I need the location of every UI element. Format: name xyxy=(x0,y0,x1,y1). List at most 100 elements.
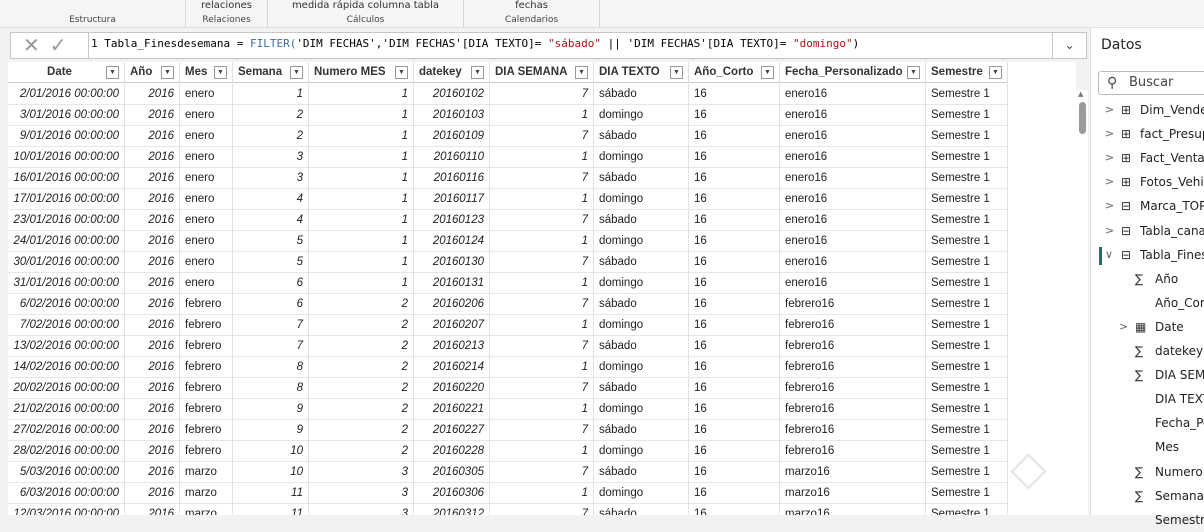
filter-dropdown-icon[interactable]: ▼ xyxy=(989,65,1002,79)
column-header[interactable]: Numero MES ▼ xyxy=(309,62,414,83)
formula-bar[interactable]: ✕✓ 1 Tabla_Finesdesemana = FILTER('DIM F… xyxy=(10,32,1087,59)
table-cell[interactable]: domingo xyxy=(594,483,689,504)
table-cell[interactable]: febrero16 xyxy=(780,378,926,399)
table-cell[interactable]: 3/01/2016 00:00:00 xyxy=(8,105,125,126)
filter-dropdown-icon[interactable]: ▼ xyxy=(471,65,484,79)
table-cell[interactable]: Semestre 1 xyxy=(926,294,1008,315)
table-cell[interactable]: 7 xyxy=(233,315,309,336)
table-cell[interactable]: 10/01/2016 00:00:00 xyxy=(8,147,125,168)
table-cell[interactable]: 2016 xyxy=(125,357,180,378)
table-cell[interactable]: 11 xyxy=(233,504,309,515)
table-cell[interactable]: enero16 xyxy=(780,189,926,210)
column-header[interactable]: Semana ▼ xyxy=(233,62,309,83)
scroll-up-icon[interactable]: ▲ xyxy=(1078,90,1083,98)
table-cell[interactable]: 20160214 xyxy=(414,357,490,378)
table-cell[interactable]: marzo16 xyxy=(780,504,926,515)
column-header[interactable]: Date ▼ xyxy=(8,62,125,83)
table-cell[interactable]: febrero16 xyxy=(780,294,926,315)
table-cell[interactable]: 7 xyxy=(490,336,594,357)
filter-dropdown-icon[interactable]: ▼ xyxy=(395,65,408,79)
table-cell[interactable]: 20160102 xyxy=(414,84,490,105)
table-cell[interactable]: 20160306 xyxy=(414,483,490,504)
table-cell[interactable]: 16 xyxy=(689,462,780,483)
table-cell[interactable]: Semestre 1 xyxy=(926,315,1008,336)
table-cell[interactable]: 2016 xyxy=(125,273,180,294)
table-cell[interactable]: 2016 xyxy=(125,504,180,515)
table-cell[interactable]: enero16 xyxy=(780,168,926,189)
table-cell[interactable]: 7 xyxy=(490,84,594,105)
table-cell[interactable]: 3 xyxy=(233,147,309,168)
table-cell[interactable]: Semestre 1 xyxy=(926,504,1008,515)
table-cell[interactable]: febrero xyxy=(180,399,233,420)
table-cell[interactable]: 16 xyxy=(689,504,780,515)
formula-cancel-commit[interactable]: ✕✓ xyxy=(11,33,89,58)
table-cell[interactable]: 14/02/2016 00:00:00 xyxy=(8,357,125,378)
table-cell[interactable]: Semestre 1 xyxy=(926,273,1008,294)
field-list-item[interactable]: DIA TEXTO xyxy=(1091,387,1204,411)
table-cell[interactable]: 16 xyxy=(689,252,780,273)
table-cell[interactable]: 1 xyxy=(309,126,414,147)
table-cell[interactable]: enero16 xyxy=(780,126,926,147)
field-list-item[interactable]: ∑ Semana xyxy=(1091,484,1204,508)
table-cell[interactable]: 3 xyxy=(233,168,309,189)
field-list-item[interactable]: > ⊟ Marca_TOP xyxy=(1091,194,1204,218)
table-cell[interactable]: 1 xyxy=(490,483,594,504)
table-cell[interactable]: 7 xyxy=(490,504,594,515)
table-cell[interactable]: Semestre 1 xyxy=(926,147,1008,168)
table-cell[interactable]: 1 xyxy=(490,399,594,420)
table-cell[interactable]: 1 xyxy=(233,84,309,105)
table-cell[interactable]: 7 xyxy=(490,126,594,147)
column-header[interactable]: DIA SEMANA ▼ xyxy=(490,62,594,83)
table-cell[interactable]: 2016 xyxy=(125,462,180,483)
table-cell[interactable]: 23/01/2016 00:00:00 xyxy=(8,210,125,231)
table-cell[interactable]: domingo xyxy=(594,147,689,168)
table-cell[interactable]: Semestre 1 xyxy=(926,336,1008,357)
table-cell[interactable]: 1 xyxy=(490,357,594,378)
table-cell[interactable]: 1 xyxy=(309,105,414,126)
table-cell[interactable]: Semestre 1 xyxy=(926,231,1008,252)
table-cell[interactable]: sábado xyxy=(594,168,689,189)
table-cell[interactable]: 16 xyxy=(689,483,780,504)
column-header[interactable]: DIA TEXTO ▼ xyxy=(594,62,689,83)
table-cell[interactable]: marzo xyxy=(180,483,233,504)
field-list-item[interactable]: ∑ datekey xyxy=(1091,339,1204,363)
table-cell[interactable]: sábado xyxy=(594,126,689,147)
table-cell[interactable]: 11 xyxy=(233,483,309,504)
table-cell[interactable]: enero16 xyxy=(780,252,926,273)
table-cell[interactable]: 1 xyxy=(309,273,414,294)
table-cell[interactable]: 20160213 xyxy=(414,336,490,357)
table-cell[interactable]: 10 xyxy=(233,462,309,483)
table-cell[interactable]: 24/01/2016 00:00:00 xyxy=(8,231,125,252)
table-cell[interactable]: 7 xyxy=(490,252,594,273)
table-cell[interactable]: 16 xyxy=(689,294,780,315)
field-list-item[interactable]: > ⊞ fact_Presupuesto xyxy=(1091,122,1204,146)
table-cell[interactable]: Semestre 1 xyxy=(926,357,1008,378)
field-list-item[interactable]: Mes xyxy=(1091,435,1204,459)
table-cell[interactable]: sábado xyxy=(594,252,689,273)
table-cell[interactable]: 7/02/2016 00:00:00 xyxy=(8,315,125,336)
column-header[interactable]: Mes ▼ xyxy=(180,62,233,83)
table-cell[interactable]: 2016 xyxy=(125,210,180,231)
table-cell[interactable]: 16 xyxy=(689,273,780,294)
table-cell[interactable]: marzo16 xyxy=(780,483,926,504)
chevron-right-icon[interactable]: > xyxy=(1105,146,1114,170)
table-cell[interactable]: 1 xyxy=(490,147,594,168)
table-cell[interactable]: 16 xyxy=(689,420,780,441)
table-cell[interactable]: 6 xyxy=(233,294,309,315)
table-cell[interactable]: 2016 xyxy=(125,147,180,168)
table-cell[interactable]: enero xyxy=(180,252,233,273)
table-cell[interactable]: domingo xyxy=(594,105,689,126)
table-cell[interactable]: domingo xyxy=(594,273,689,294)
table-cell[interactable]: enero xyxy=(180,147,233,168)
table-cell[interactable]: febrero xyxy=(180,441,233,462)
table-cell[interactable]: 2 xyxy=(309,399,414,420)
table-cell[interactable]: enero16 xyxy=(780,105,926,126)
table-cell[interactable]: 20160131 xyxy=(414,273,490,294)
chevron-right-icon[interactable]: > xyxy=(1105,98,1114,122)
table-cell[interactable]: 28/02/2016 00:00:00 xyxy=(8,441,125,462)
table-cell[interactable]: 2016 xyxy=(125,126,180,147)
table-cell[interactable]: 7 xyxy=(490,210,594,231)
table-cell[interactable]: febrero16 xyxy=(780,315,926,336)
table-cell[interactable]: 7 xyxy=(490,378,594,399)
table-cell[interactable]: 20160124 xyxy=(414,231,490,252)
